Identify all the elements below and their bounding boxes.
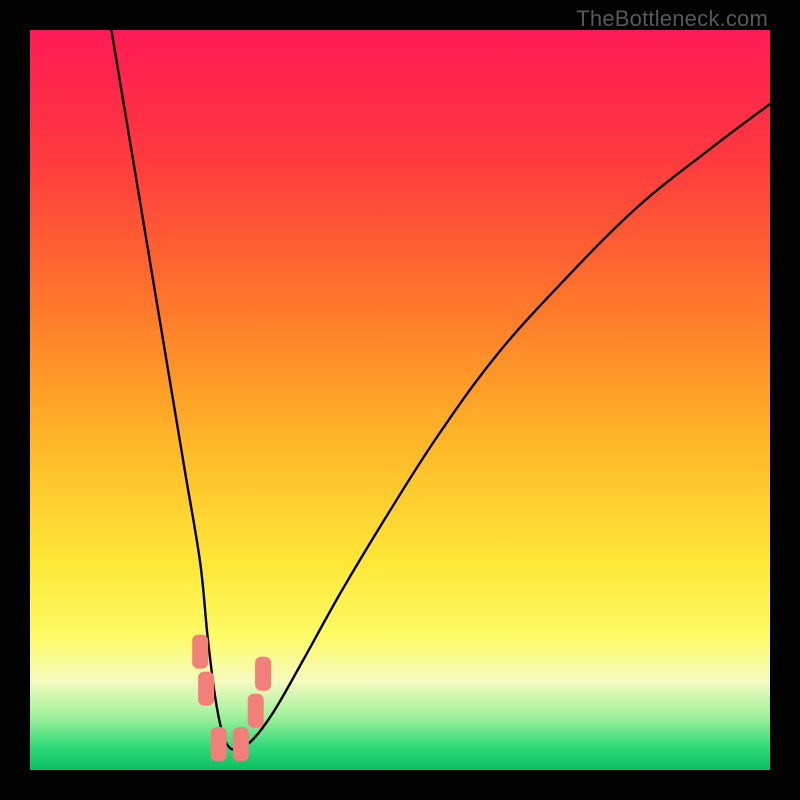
chart-frame: TheBottleneck.com: [0, 0, 800, 800]
marker-2: [198, 672, 214, 706]
bottleneck-curve: [111, 30, 770, 749]
curve-layer: [30, 30, 770, 770]
marker-4: [233, 727, 249, 761]
markers-group: [192, 635, 271, 762]
watermark-text: TheBottleneck.com: [576, 6, 768, 32]
marker-5: [248, 694, 264, 728]
plot-area: [30, 30, 770, 770]
marker-6: [255, 657, 271, 691]
marker-3: [211, 727, 227, 761]
marker-1: [192, 635, 208, 669]
